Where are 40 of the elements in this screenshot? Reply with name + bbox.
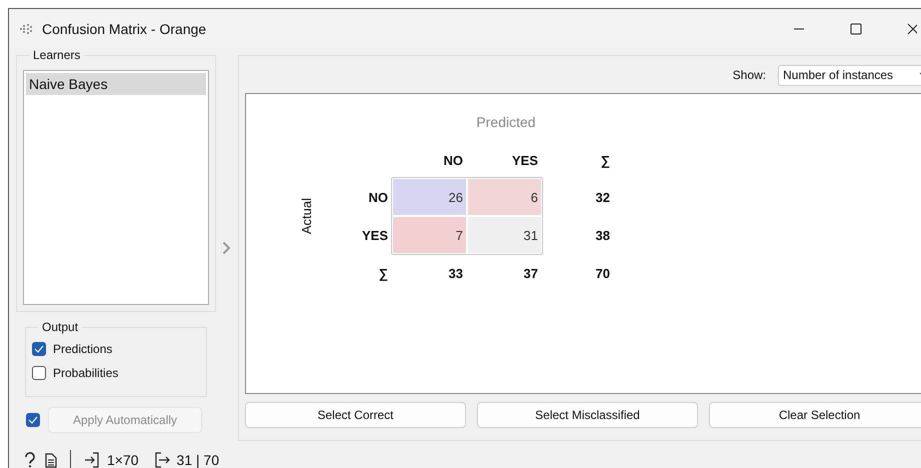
matrix-cell[interactable]: 26 <box>393 179 466 215</box>
input-summary: 1×70 <box>107 452 139 468</box>
list-item[interactable]: Naive Bayes <box>26 73 206 95</box>
group-title: Output <box>38 320 82 334</box>
column-total: 37 <box>524 266 539 280</box>
matrix-cell[interactable]: 31 <box>468 217 541 253</box>
show-label: Show: <box>732 68 766 82</box>
document-icon[interactable] <box>45 452 57 468</box>
learners-list[interactable]: Naive Bayes <box>23 70 209 305</box>
row-header: NO <box>368 190 389 204</box>
column-total: 70 <box>596 266 611 280</box>
matrix-cell[interactable]: 6 <box>468 179 541 215</box>
output-summary: 31 | 70 <box>176 452 220 468</box>
input-icon <box>84 452 100 468</box>
axis-label: Actual <box>298 198 314 234</box>
matrix-cell[interactable]: 7 <box>393 217 466 253</box>
help-icon[interactable] <box>24 452 36 468</box>
row-total: 38 <box>596 228 611 242</box>
row-total: 32 <box>596 190 611 204</box>
checkbox[interactable] <box>32 342 46 356</box>
column-total: 33 <box>448 266 464 280</box>
row-header: ∑ <box>378 266 389 280</box>
action-button[interactable]: Select Misclassified <box>477 402 698 428</box>
axis-label: Predicted <box>476 114 536 130</box>
group-title: Learners <box>29 48 84 62</box>
action-button[interactable]: Clear Selection <box>709 402 921 428</box>
maximize-icon[interactable] <box>850 22 862 34</box>
column-header: YES <box>512 152 539 168</box>
window-title: Confusion Matrix - Orange <box>42 20 206 36</box>
checkbox[interactable] <box>32 366 46 380</box>
action-button[interactable]: Select Correct <box>245 402 466 428</box>
show-dropdown[interactable]: Number of instances <box>778 64 921 86</box>
row-header: YES <box>362 228 389 242</box>
app-icon <box>19 22 33 34</box>
checkbox-label: Probabilities <box>53 366 118 380</box>
close-icon[interactable] <box>907 22 917 34</box>
column-header: ∑ <box>600 152 611 168</box>
output-icon <box>154 452 170 468</box>
checkbox-label: Predictions <box>53 342 112 356</box>
column-header: NO <box>444 152 464 168</box>
